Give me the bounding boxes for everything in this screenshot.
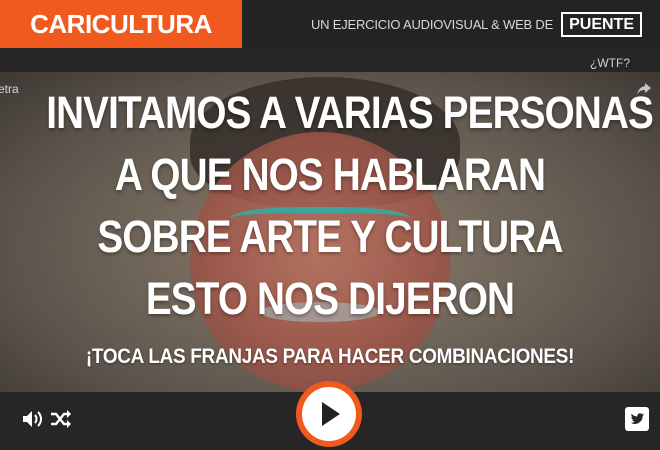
play-icon (322, 402, 340, 426)
headline-line-1: INVITAMOS A VARIAS PERSONAS (46, 87, 654, 138)
headline-line-3: SOBRE ARTE Y CULTURA (97, 211, 563, 262)
headline-line-2: A QUE NOS HABLARAN (114, 149, 546, 200)
header-bar: CARICULTURA UN EJERCICIO AUDIOVISUAL & W… (0, 0, 660, 48)
wtf-link[interactable]: ¿WTF? (590, 56, 630, 70)
play-button[interactable] (296, 381, 362, 447)
brand-title[interactable]: CARICULTURA (0, 0, 242, 48)
twitter-icon[interactable] (625, 407, 649, 431)
headline-line-4: ESTO NOS DIJERON (145, 273, 515, 324)
puente-logo[interactable]: PUENTE (561, 11, 642, 37)
credit-text: UN EJERCICIO AUDIOVISUAL & WEB DE (310, 16, 554, 32)
video-caption: retra (0, 82, 19, 96)
volume-icon[interactable] (22, 409, 44, 429)
credit: UN EJERCICIO AUDIOVISUAL & WEB DE PUENTE (311, 10, 642, 38)
instruction-text: ¡TOCA LAS FRANJAS PARA HACER COMBINACION… (85, 345, 575, 368)
shuffle-icon[interactable] (50, 409, 72, 429)
play-button-inner (302, 387, 356, 441)
headline: INVITAMOS A VARIAS PERSONAS A QUE NOS HA… (46, 82, 654, 330)
